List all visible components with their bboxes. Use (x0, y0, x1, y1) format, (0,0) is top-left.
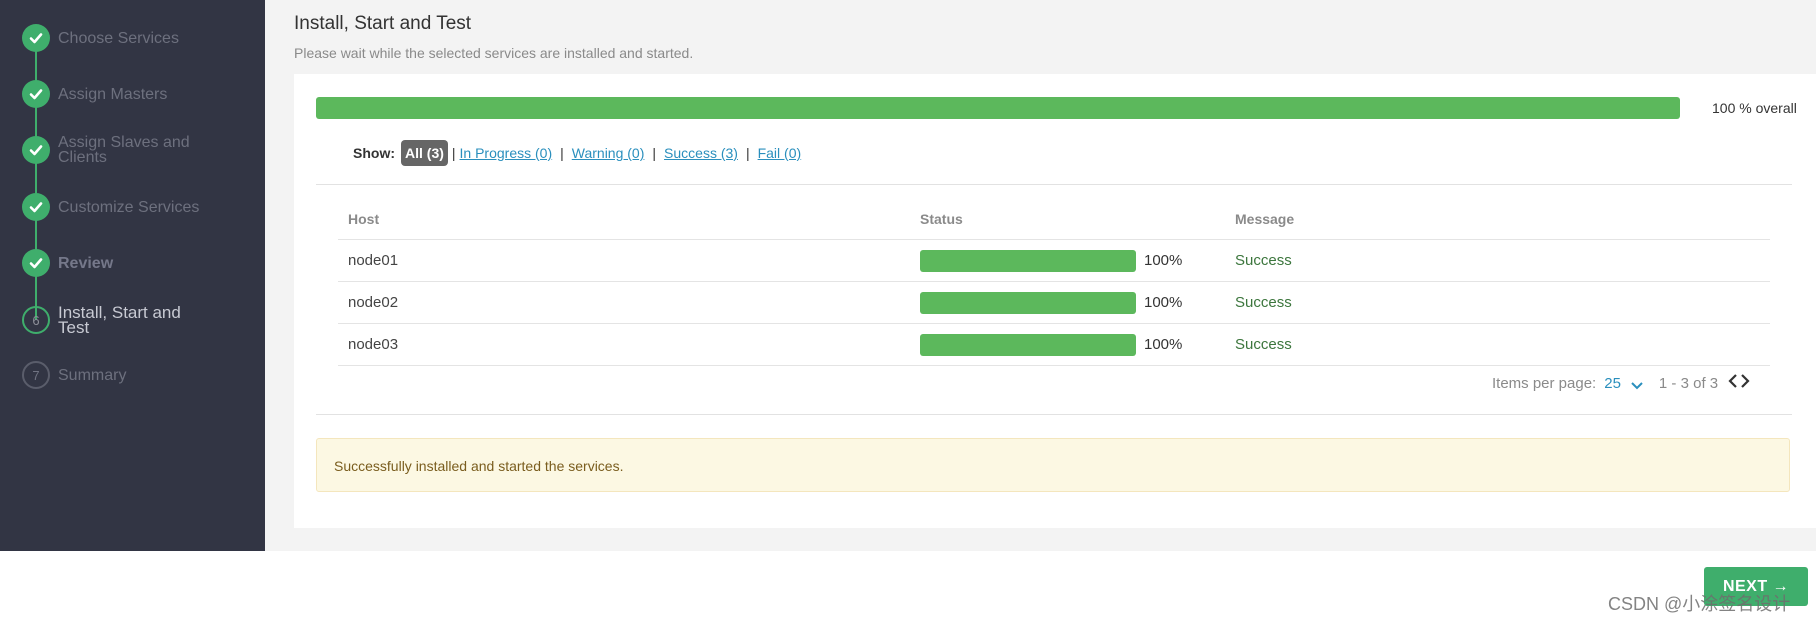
divider (316, 414, 1792, 415)
watermark: CSDN @小涂签名设计 (1608, 594, 1791, 614)
wizard-step-label: Assign Masters (58, 85, 168, 103)
chevron-right-icon[interactable] (1740, 374, 1750, 392)
alert-message: Successfully installed and started the s… (334, 458, 624, 474)
filter-in-progress-link[interactable]: In Progress (0) (460, 145, 553, 161)
host-progress-bar (920, 250, 1136, 272)
wizard-step-review[interactable]: Review (22, 249, 208, 277)
page-subtitle: Please wait while the selected services … (294, 45, 694, 61)
page-title: Install, Start and Test (294, 13, 472, 34)
filter-fail-link[interactable]: Fail (0) (758, 145, 802, 161)
overall-progress-label: 100 % overall (1712, 100, 1797, 116)
overall-progress-bar (316, 97, 1680, 119)
chevron-left-icon[interactable] (1728, 374, 1738, 392)
items-per-page-label: Items per page: (1492, 374, 1597, 392)
divider (316, 184, 1792, 185)
host-progress-bar (920, 334, 1136, 356)
filter-separator: | (745, 145, 750, 161)
column-header-status: Status (920, 211, 963, 227)
pagination-nav (1728, 374, 1750, 392)
host-message-link[interactable]: Success (1235, 336, 1292, 353)
column-header-host: Host (348, 211, 380, 227)
column-header-message: Message (1235, 211, 1295, 227)
wizard-step-label: Choose Services (58, 29, 179, 47)
filter-show-label: Show: (353, 145, 395, 161)
wizard-step-label: Summary (58, 366, 127, 384)
pagination: Items per page: 25 1 - 3 of 3 (1492, 374, 1750, 392)
wizard-step-choose-services[interactable]: Choose Services (22, 24, 208, 52)
table-row: node03 100% Success (338, 324, 1770, 366)
wizard-step-customize-services[interactable]: Customize Services (22, 193, 208, 221)
table-row: node02 100% Success (338, 282, 1770, 324)
wizard-step-summary: 7 Summary (22, 361, 208, 389)
chevron-down-icon[interactable] (1631, 378, 1643, 390)
host-cell: node03 (348, 336, 399, 353)
table-header: Host Status Message (338, 198, 1770, 240)
check-icon (22, 193, 50, 221)
check-icon (22, 136, 50, 164)
host-progress-bar (920, 292, 1136, 314)
check-icon (22, 249, 50, 277)
filter-separator: | (560, 145, 564, 161)
filter-success-link[interactable]: Success (3) (664, 145, 738, 161)
wizard-step-label: Assign Slaves and Clients (58, 134, 190, 166)
wizard-step-assign-masters[interactable]: Assign Masters (22, 80, 208, 108)
wizard-step-label: Customize Services (58, 198, 200, 216)
filter-separator: | (451, 145, 456, 161)
table-row: node01 100% Success (338, 240, 1770, 282)
host-message-link[interactable]: Success (1235, 294, 1292, 311)
wizard-step-assign-slaves[interactable]: Assign Slaves and Clients (22, 134, 208, 166)
status-filter: Show: All (3) | In Progress (0) | Warnin… (353, 140, 801, 166)
step-number-badge: 7 (22, 361, 50, 389)
wizard-step-install-start-test: 6 Install, Start and Test (22, 303, 208, 337)
wizard-step-label: Install, Start and Test (58, 303, 181, 337)
filter-warning-link[interactable]: Warning (0) (572, 145, 645, 161)
step-number-badge: 6 (22, 306, 50, 334)
host-cell: node01 (348, 252, 399, 269)
host-progress-percent: 100% (1144, 252, 1183, 269)
check-icon (22, 80, 50, 108)
pagination-range: 1 - 3 of 3 (1658, 374, 1719, 392)
host-progress-percent: 100% (1144, 294, 1183, 311)
hosts-table: Host Status Message node01 100% Success … (338, 198, 1770, 366)
host-cell: node02 (348, 294, 399, 311)
host-message-link[interactable]: Success (1235, 252, 1292, 269)
host-progress-percent: 100% (1144, 336, 1183, 353)
main-content: Install, Start and Test Please wait whil… (265, 0, 1816, 551)
filter-separator: | (652, 145, 657, 161)
items-per-page-select[interactable]: 25 (1604, 375, 1621, 392)
install-panel: 100 % overall Show: All (3) | In Progres… (294, 74, 1816, 528)
check-icon (22, 24, 50, 52)
filter-all[interactable]: All (3) (401, 140, 448, 166)
wizard-sidebar: Choose Services Assign Masters Assign Sl… (0, 0, 265, 551)
success-alert: Successfully installed and started the s… (316, 438, 1790, 492)
wizard-step-label: Review (58, 254, 114, 272)
